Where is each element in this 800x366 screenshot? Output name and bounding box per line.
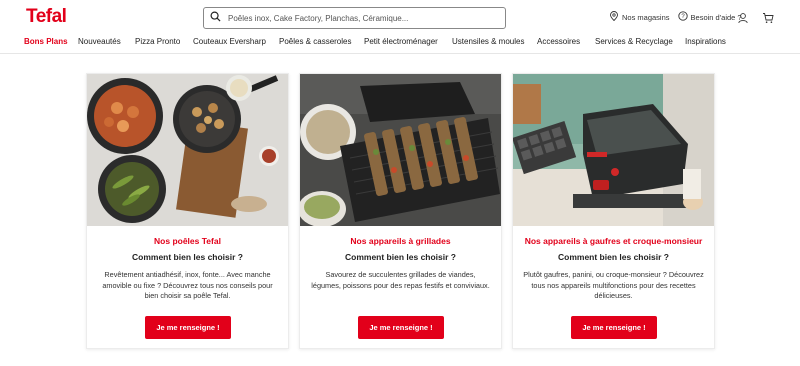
card-image-waffle-maker — [513, 74, 714, 226]
card-subtitle: Comment bien les choisir ? — [558, 252, 669, 262]
card-title: Nos poêles Tefal — [154, 236, 221, 246]
svg-text:?: ? — [681, 14, 685, 20]
help-link[interactable]: ? Besoin d'aide ? — [677, 11, 742, 23]
nav-item-services-recyclage[interactable]: Services & Recyclage — [595, 37, 673, 46]
nav-item-poeles-casseroles[interactable]: Poêles & casseroles — [279, 37, 351, 46]
card-subtitle: Comment bien les choisir ? — [132, 252, 243, 262]
main-nav: Bons Plans Nouveautés Pizza Pronto Coute… — [0, 36, 800, 54]
card-gaufres: Nos appareils à gaufres et croque-monsie… — [512, 73, 715, 349]
stores-link[interactable]: Nos magasins — [609, 11, 670, 23]
card-subtitle: Comment bien les choisir ? — [345, 252, 456, 262]
card-description: Savourez de succulentes grillades de via… — [311, 270, 490, 290]
nav-item-bons-plans[interactable]: Bons Plans — [24, 37, 68, 46]
help-circle-icon: ? — [677, 11, 688, 23]
card-image-grill — [300, 74, 501, 226]
location-pin-icon — [609, 11, 619, 23]
header: Tefal Nos magasins ? Besoin d'aide ? — [0, 0, 800, 36]
learn-more-button[interactable]: Je me renseigne ! — [145, 316, 231, 339]
card-image-pans — [87, 74, 288, 226]
card-description: Revêtement antiadhésif, inox, fonte... A… — [102, 270, 273, 300]
card-grillades: Nos appareils à grillades Comment bien l… — [299, 73, 502, 349]
search-bar[interactable] — [203, 7, 506, 29]
nav-item-couteaux[interactable]: Couteaux Eversharp — [193, 37, 266, 46]
learn-more-button[interactable]: Je me renseigne ! — [358, 316, 444, 339]
tefal-logo[interactable]: Tefal — [26, 6, 67, 28]
card-title: Nos appareils à gaufres et croque-monsie… — [524, 236, 703, 246]
card-description: Plutôt gaufres, panini, ou croque-monsie… — [523, 270, 704, 300]
search-input[interactable] — [228, 13, 488, 23]
header-tools: Nos magasins ? Besoin d'aide ? — [609, 11, 742, 23]
nav-item-accessoires[interactable]: Accessoires — [537, 37, 580, 46]
nav-item-inspirations[interactable]: Inspirations — [685, 37, 726, 46]
card-poeles: Nos poêles Tefal Comment bien les choisi… — [86, 73, 289, 349]
nav-item-petit-electromenager[interactable]: Petit électroménager — [364, 37, 438, 46]
nav-item-ustensiles-moules[interactable]: Ustensiles & moules — [452, 37, 524, 46]
stores-label: Nos magasins — [622, 12, 670, 22]
help-label: Besoin d'aide ? — [690, 12, 742, 22]
nav-item-pizza-pronto[interactable]: Pizza Pronto — [135, 37, 180, 46]
card-title: Nos appareils à grillades — [350, 236, 451, 246]
learn-more-button[interactable]: Je me renseigne ! — [571, 316, 657, 339]
search-icon[interactable] — [210, 9, 221, 27]
nav-item-nouveautes[interactable]: Nouveautés — [78, 37, 121, 46]
cart-icon[interactable] — [762, 11, 774, 23]
user-icon[interactable] — [737, 11, 749, 24]
